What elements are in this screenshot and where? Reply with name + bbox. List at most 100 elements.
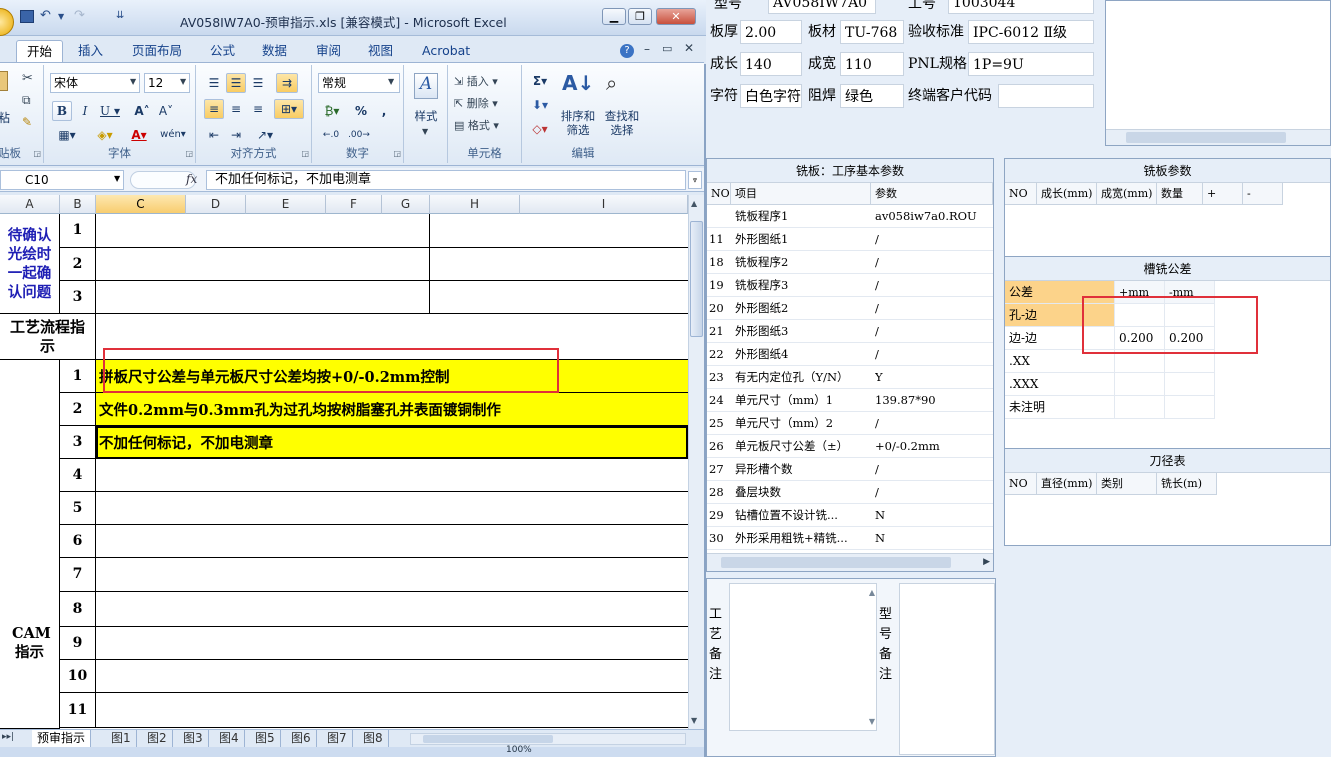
styles-icon[interactable]: A bbox=[414, 73, 438, 99]
col-header-f[interactable]: F bbox=[326, 195, 382, 214]
format-painter-icon[interactable]: ✎ bbox=[22, 115, 32, 129]
milling-param-row[interactable]: 19 铣板程序3 / bbox=[707, 274, 993, 297]
alignment-launcher-icon[interactable]: ◲ bbox=[301, 149, 309, 158]
cam-row-number[interactable]: 2 bbox=[60, 393, 96, 426]
top-grid-hscroll[interactable] bbox=[1106, 129, 1330, 145]
percent-button[interactable]: % bbox=[352, 101, 370, 121]
tolerance-minus-cell[interactable] bbox=[1165, 396, 1215, 419]
clear-button[interactable]: ◇▾ bbox=[526, 119, 554, 139]
tolerance-plus-cell[interactable] bbox=[1115, 373, 1165, 396]
milling-param-row[interactable]: 26 单元板尺寸公差（±） +0/-0.2mm bbox=[707, 435, 993, 458]
sheet-nav-icon[interactable]: ▸▸| bbox=[2, 732, 14, 742]
vertical-scroll-thumb[interactable] bbox=[690, 221, 703, 337]
top-align-button[interactable]: ☰ bbox=[204, 73, 224, 93]
confirm-cell-1b[interactable] bbox=[430, 214, 688, 248]
cam-instruction-cell[interactable] bbox=[96, 492, 688, 525]
vertical-scrollbar[interactable]: ▲ ▼ bbox=[688, 195, 704, 729]
milling-param-row[interactable]: 27 异形槽个数 / bbox=[707, 458, 993, 481]
cam-instruction-cell[interactable] bbox=[96, 525, 688, 558]
sheet-tab-2[interactable]: 图2 bbox=[142, 730, 173, 747]
sort-filter-button[interactable]: 排序和筛选 bbox=[556, 109, 600, 137]
tab-home[interactable]: 开始 bbox=[16, 40, 64, 62]
font-name-dropdown-icon[interactable]: ▼ bbox=[130, 77, 136, 86]
milling-param-row[interactable]: 25 单元尺寸（mm）2 / bbox=[707, 412, 993, 435]
paste-icon[interactable] bbox=[0, 71, 8, 91]
comma-button[interactable]: , bbox=[376, 101, 392, 121]
formula-input[interactable]: 不加任何标记，不加电测章 bbox=[206, 170, 686, 190]
cam-row-number[interactable]: 4 bbox=[60, 459, 96, 492]
align-left-button[interactable]: ≡ bbox=[204, 99, 224, 119]
col-header-g[interactable]: G bbox=[382, 195, 430, 214]
align-center-button[interactable]: ≡ bbox=[226, 99, 246, 119]
sheet-tab-preview[interactable]: 预审指示 bbox=[32, 730, 92, 747]
redo-icon[interactable]: ↷ bbox=[74, 8, 85, 23]
styles-dropdown-icon[interactable]: ▼ bbox=[422, 127, 428, 136]
thickness-field[interactable]: 2.00 bbox=[740, 20, 802, 44]
clipboard-launcher-icon[interactable]: ◲ bbox=[33, 149, 41, 158]
styles-button[interactable]: 样式 bbox=[408, 109, 444, 123]
tab-formulas[interactable]: 公式 bbox=[200, 40, 245, 62]
tab-acrobat[interactable]: Acrobat bbox=[412, 40, 480, 62]
cam-row-number[interactable]: 9 bbox=[60, 627, 96, 660]
sheet-tab-8[interactable]: 图8 bbox=[358, 730, 389, 747]
cam-instruction-cell[interactable] bbox=[96, 558, 688, 592]
tolerance-minus-cell[interactable] bbox=[1165, 373, 1215, 396]
confirm-cell-2[interactable] bbox=[96, 248, 430, 281]
tolerance-name-cell[interactable]: 未注明 bbox=[1005, 396, 1115, 419]
horizontal-scrollbar[interactable] bbox=[410, 733, 686, 745]
bold-button[interactable]: B bbox=[52, 101, 72, 121]
cam-instruction-cell[interactable] bbox=[96, 592, 688, 627]
cam-instruction-cell[interactable] bbox=[96, 459, 688, 492]
customer-code-field[interactable] bbox=[998, 84, 1094, 108]
cam-row-number[interactable]: 1 bbox=[60, 360, 96, 393]
scroll-down-icon[interactable]: ▼ bbox=[691, 716, 697, 725]
orientation-button[interactable]: ↗▾ bbox=[252, 125, 278, 145]
font-color-button[interactable]: A▾ bbox=[124, 125, 154, 145]
cam-instruction-cell[interactable] bbox=[96, 627, 688, 660]
order-field[interactable]: 1003044 bbox=[948, 0, 1094, 14]
milling-param-row[interactable]: 23 有无内定位孔（Y/N） Y bbox=[707, 366, 993, 389]
cam-instruction-cell[interactable]: 不加任何标记，不加电测章 bbox=[96, 426, 688, 459]
underline-button[interactable]: U ▾ bbox=[98, 101, 122, 121]
decrease-font-button[interactable]: A˅ bbox=[156, 101, 176, 121]
col-header-d[interactable]: D bbox=[186, 195, 246, 214]
font-size-dropdown-icon[interactable]: ▼ bbox=[180, 77, 186, 86]
ribbon-restore-icon[interactable]: ▭ bbox=[662, 42, 672, 55]
milling-hscroll[interactable]: ▶ bbox=[707, 553, 993, 571]
milling-param-row[interactable]: 29 钻槽位置不设计铣... N bbox=[707, 504, 993, 527]
customize-qat-icon[interactable]: ⇊ bbox=[116, 10, 124, 21]
name-box-dropdown-icon[interactable]: ▼ bbox=[114, 174, 120, 183]
cam-row-number[interactable]: 10 bbox=[60, 660, 96, 693]
increase-font-button[interactable]: A˄ bbox=[132, 101, 152, 121]
align-right-button[interactable]: ≡ bbox=[248, 99, 268, 119]
find-select-icon[interactable]: ⌕ bbox=[606, 71, 617, 95]
cam-row-number[interactable]: 11 bbox=[60, 693, 96, 728]
copy-icon[interactable]: ⧉ bbox=[22, 93, 31, 108]
increase-indent-button[interactable]: ⇥ bbox=[226, 125, 246, 145]
format-cells-button[interactable]: ▤ 格式 ▾ bbox=[454, 117, 499, 133]
italic-button[interactable]: I bbox=[76, 101, 94, 121]
milling-param-row[interactable]: 21 外形图纸3 / bbox=[707, 320, 993, 343]
tab-insert[interactable]: 插入 bbox=[68, 40, 113, 62]
maximize-button[interactable]: ❐ bbox=[628, 8, 652, 25]
office-button[interactable] bbox=[0, 8, 14, 36]
undo-icon[interactable]: ↶ bbox=[40, 8, 51, 23]
phonetic-button[interactable]: wén▾ bbox=[158, 125, 188, 145]
save-icon[interactable] bbox=[20, 10, 34, 23]
increase-decimal-button[interactable]: ←.0 bbox=[318, 125, 344, 145]
borders-button[interactable]: ▦▾ bbox=[52, 125, 82, 145]
horizontal-scroll-thumb[interactable] bbox=[423, 735, 553, 743]
workbook-close-icon[interactable]: ✕ bbox=[684, 41, 694, 55]
confirm-cell-1[interactable] bbox=[96, 214, 430, 248]
help-icon[interactable]: ? bbox=[620, 44, 634, 58]
tolerance-plus-cell[interactable] bbox=[1115, 396, 1165, 419]
merge-center-button[interactable]: ⊞▾ bbox=[274, 99, 304, 119]
expand-formula-icon[interactable]: ⩔ bbox=[688, 171, 702, 189]
pnl-field[interactable]: 1P=9U bbox=[968, 52, 1094, 76]
sheet-tab-1[interactable]: 图1 bbox=[106, 730, 137, 747]
confirm-row-3[interactable]: 3 bbox=[60, 281, 96, 314]
decrease-decimal-button[interactable]: .00→ bbox=[346, 125, 372, 145]
delete-cells-button[interactable]: ⇱ 删除 ▾ bbox=[454, 95, 498, 111]
cam-instruction-cell[interactable]: 文件0.2mm与0.3mm孔为过孔均按树脂塞孔并表面镀铜制作 bbox=[96, 393, 688, 426]
number-format-dropdown-icon[interactable]: ▼ bbox=[388, 77, 394, 86]
